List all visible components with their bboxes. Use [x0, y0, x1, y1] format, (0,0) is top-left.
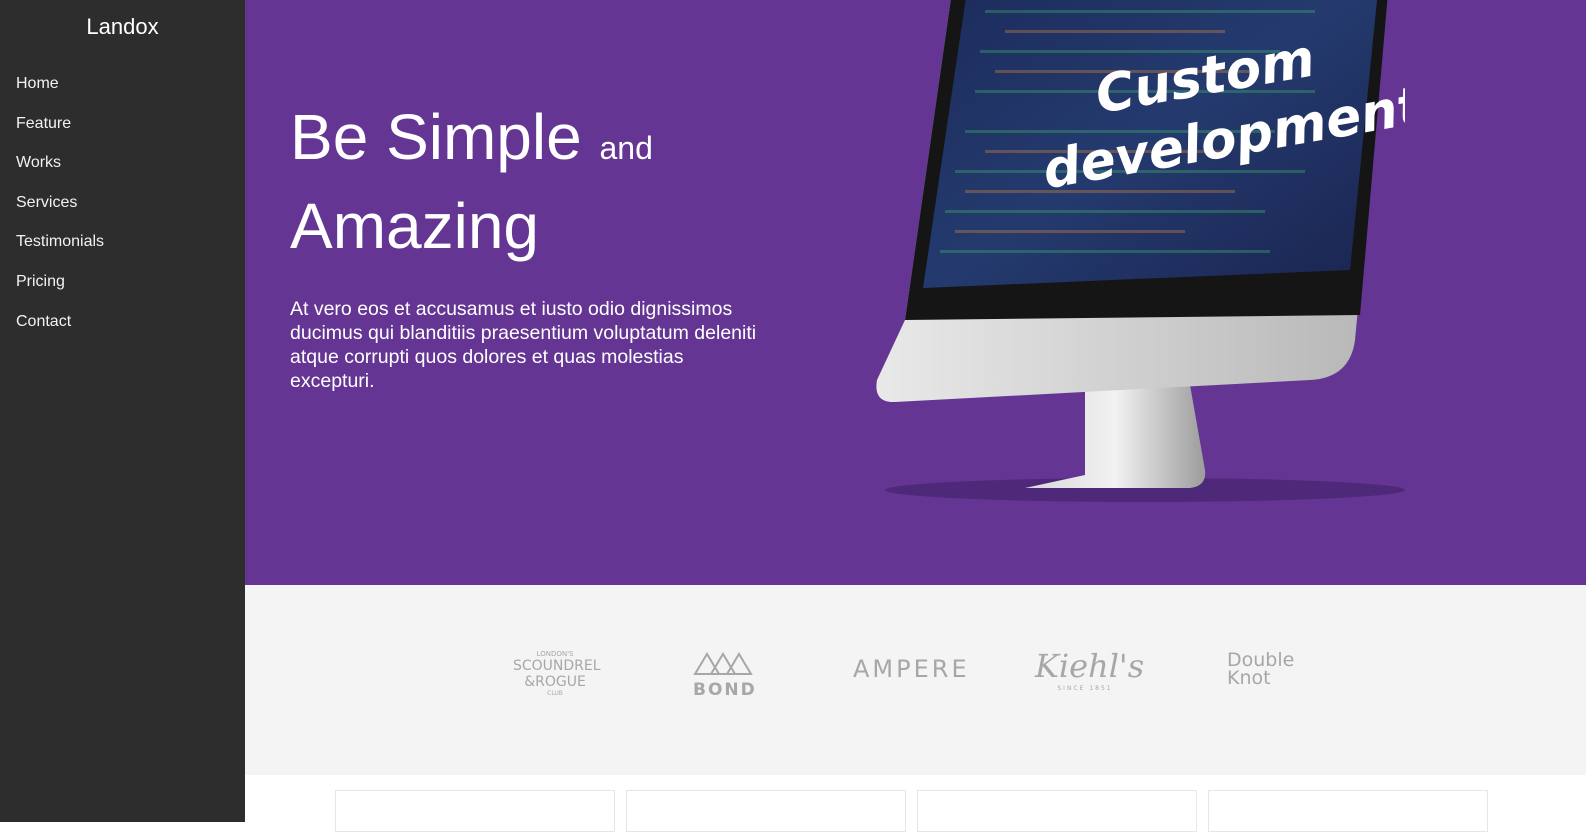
- logo-kiehls-since: SINCE 1851: [1057, 685, 1113, 692]
- sidebar: Landox Home Feature Works Services Testi…: [0, 0, 245, 822]
- logo-ampere: AMPERE: [853, 655, 970, 683]
- hero-section: Be Simple and Amazing At vero eos et acc…: [245, 0, 1586, 585]
- logo-scoundrel-top: LONDON'S: [536, 650, 574, 658]
- feature-card: [1208, 790, 1488, 832]
- logo-double-knot-2: Knot: [1227, 667, 1271, 689]
- logo-scoundrel-club: CLUB: [547, 690, 563, 697]
- logo-double-knot: Double Knot: [1227, 651, 1307, 689]
- brand-logo[interactable]: Landox: [0, 14, 245, 40]
- nav-item-pricing[interactable]: Pricing: [16, 268, 104, 308]
- feature-card: [626, 790, 906, 832]
- logo-scoundrel-rogue: LONDON'S SCOUNDREL &ROGUE CLUB: [513, 650, 601, 697]
- client-logos-section: LONDON'S SCOUNDREL &ROGUE CLUB BOND AMPE…: [245, 585, 1586, 775]
- logo-kiehls: Kiehl's SINCE 1851: [1035, 647, 1145, 692]
- logo-bond-text: BOND: [693, 680, 757, 700]
- nav-item-contact[interactable]: Contact: [16, 308, 104, 348]
- logo-scoundrel-bottom: &ROGUE: [524, 674, 586, 690]
- sidebar-nav: Home Feature Works Services Testimonials…: [16, 70, 104, 347]
- monitor-illustration: Custom development: [876, 0, 1405, 502]
- hero-title: Be Simple and Amazing: [290, 98, 653, 265]
- nav-item-works[interactable]: Works: [16, 149, 104, 189]
- bond-triangles-icon: [693, 652, 753, 675]
- feature-cards-row: [245, 775, 1586, 832]
- hero-title-and: and: [599, 130, 653, 166]
- hero-title-main-1: Be Simple: [290, 101, 582, 173]
- nav-item-testimonials[interactable]: Testimonials: [16, 228, 104, 268]
- feature-card: [917, 790, 1197, 832]
- nav-item-feature[interactable]: Feature: [16, 110, 104, 150]
- logo-kiehls-text: Kiehl's: [1035, 647, 1145, 685]
- nav-item-home[interactable]: Home: [16, 70, 104, 110]
- feature-card: [335, 790, 615, 832]
- logo-scoundrel-mid: SCOUNDREL: [513, 658, 601, 674]
- hero-title-main-2: Amazing: [290, 190, 539, 262]
- hero-description: At vero eos et accusamus et iusto odio d…: [290, 298, 757, 392]
- logo-bond: BOND: [693, 650, 757, 700]
- nav-item-services[interactable]: Services: [16, 189, 104, 229]
